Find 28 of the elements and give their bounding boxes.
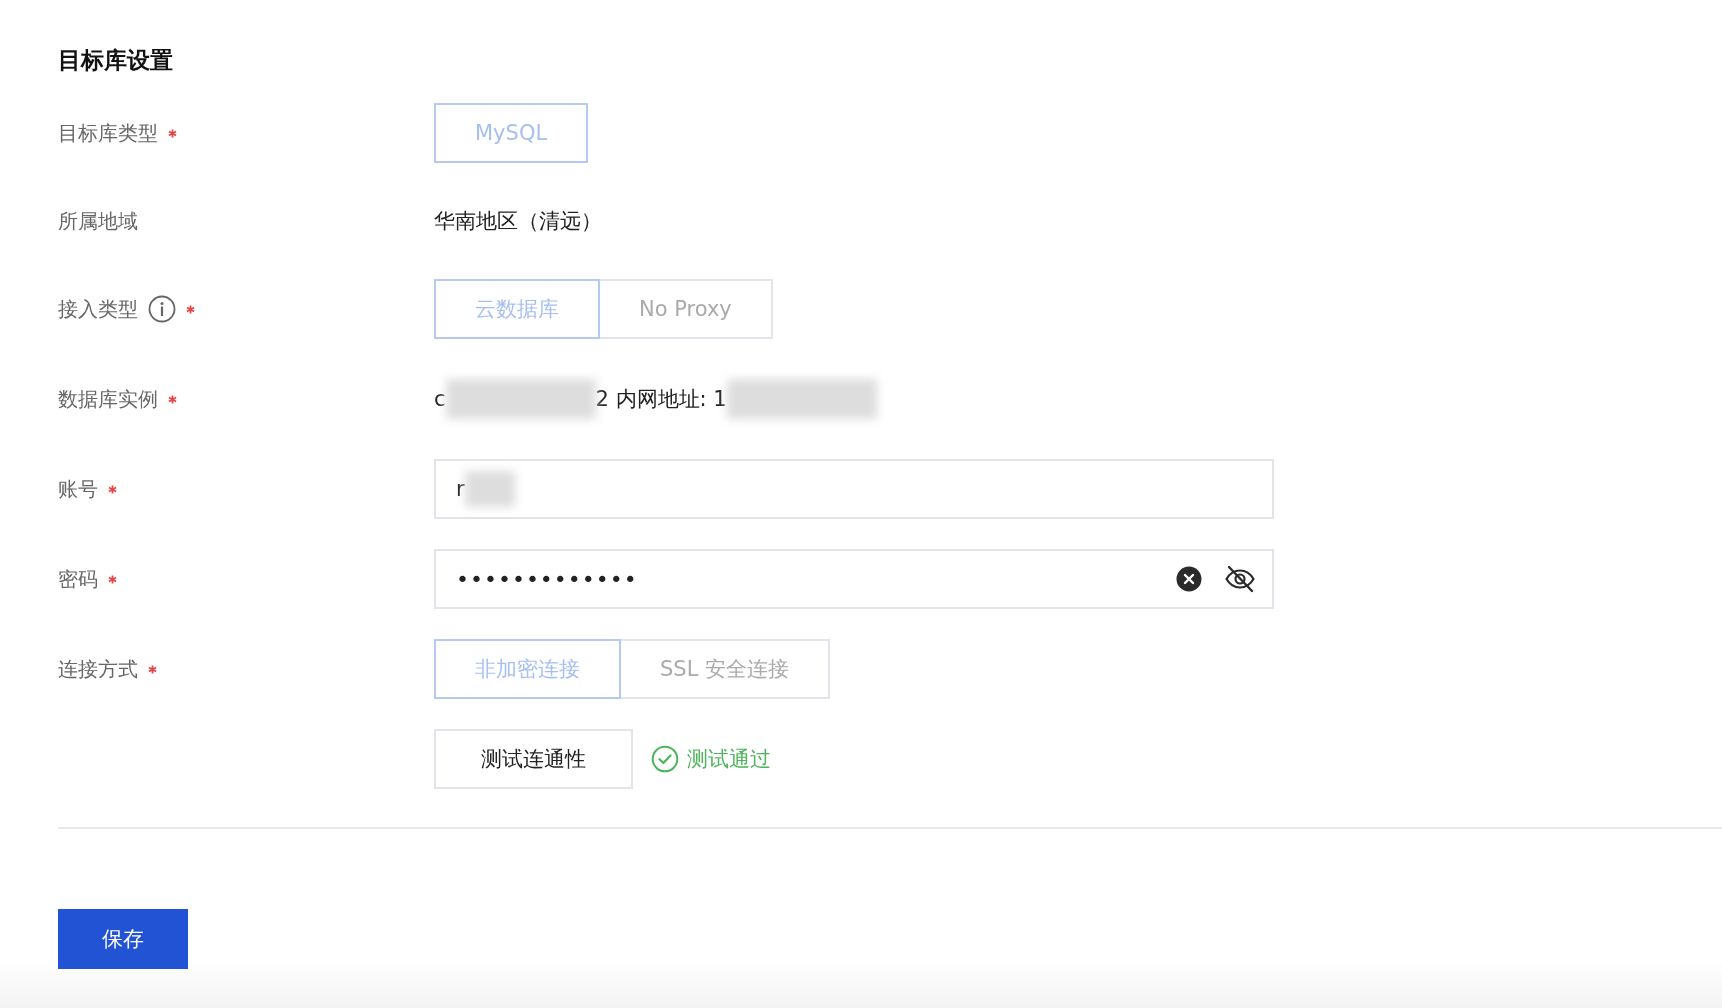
password-dots: ••••••••••••• — [456, 566, 638, 592]
segment-option[interactable]: 非加密连接 — [434, 639, 621, 699]
check-circle-icon — [651, 745, 679, 773]
field-label: 密码 — [58, 565, 98, 593]
password-field[interactable]: ••••••••••••• — [434, 549, 1274, 609]
eye-slash-icon[interactable] — [1224, 565, 1256, 593]
value-text: 2 内网地址: 1 — [595, 386, 727, 413]
segment-option[interactable]: 云数据库 — [434, 279, 600, 339]
blurred-text — [464, 471, 515, 507]
section-title: 目标库设置 — [58, 46, 174, 75]
field-label: 数据库实例 — [58, 385, 158, 413]
input-field[interactable]: r — [434, 459, 1274, 519]
field-value: 华南地区（清远） — [434, 208, 602, 235]
field-label: 接入类型 — [58, 295, 138, 323]
test-result: 测试通过 — [687, 746, 771, 773]
segment-option[interactable]: SSL 安全连接 — [619, 639, 831, 699]
save-button[interactable]: 保存 — [58, 909, 188, 969]
clear-icon[interactable] — [1176, 566, 1202, 592]
segment-option[interactable]: MySQL — [434, 103, 589, 163]
field-label: 连接方式 — [58, 655, 138, 683]
value-text: r — [456, 477, 465, 501]
field-label: 目标库类型 — [58, 119, 158, 147]
field-label: 账号 — [58, 475, 98, 503]
info-icon[interactable] — [148, 295, 176, 323]
field-label: 所属地域 — [58, 207, 138, 235]
value-text: c — [434, 387, 446, 411]
segment-option[interactable]: No Proxy — [598, 279, 773, 339]
test-connection-button[interactable]: 测试连通性 — [434, 729, 633, 789]
